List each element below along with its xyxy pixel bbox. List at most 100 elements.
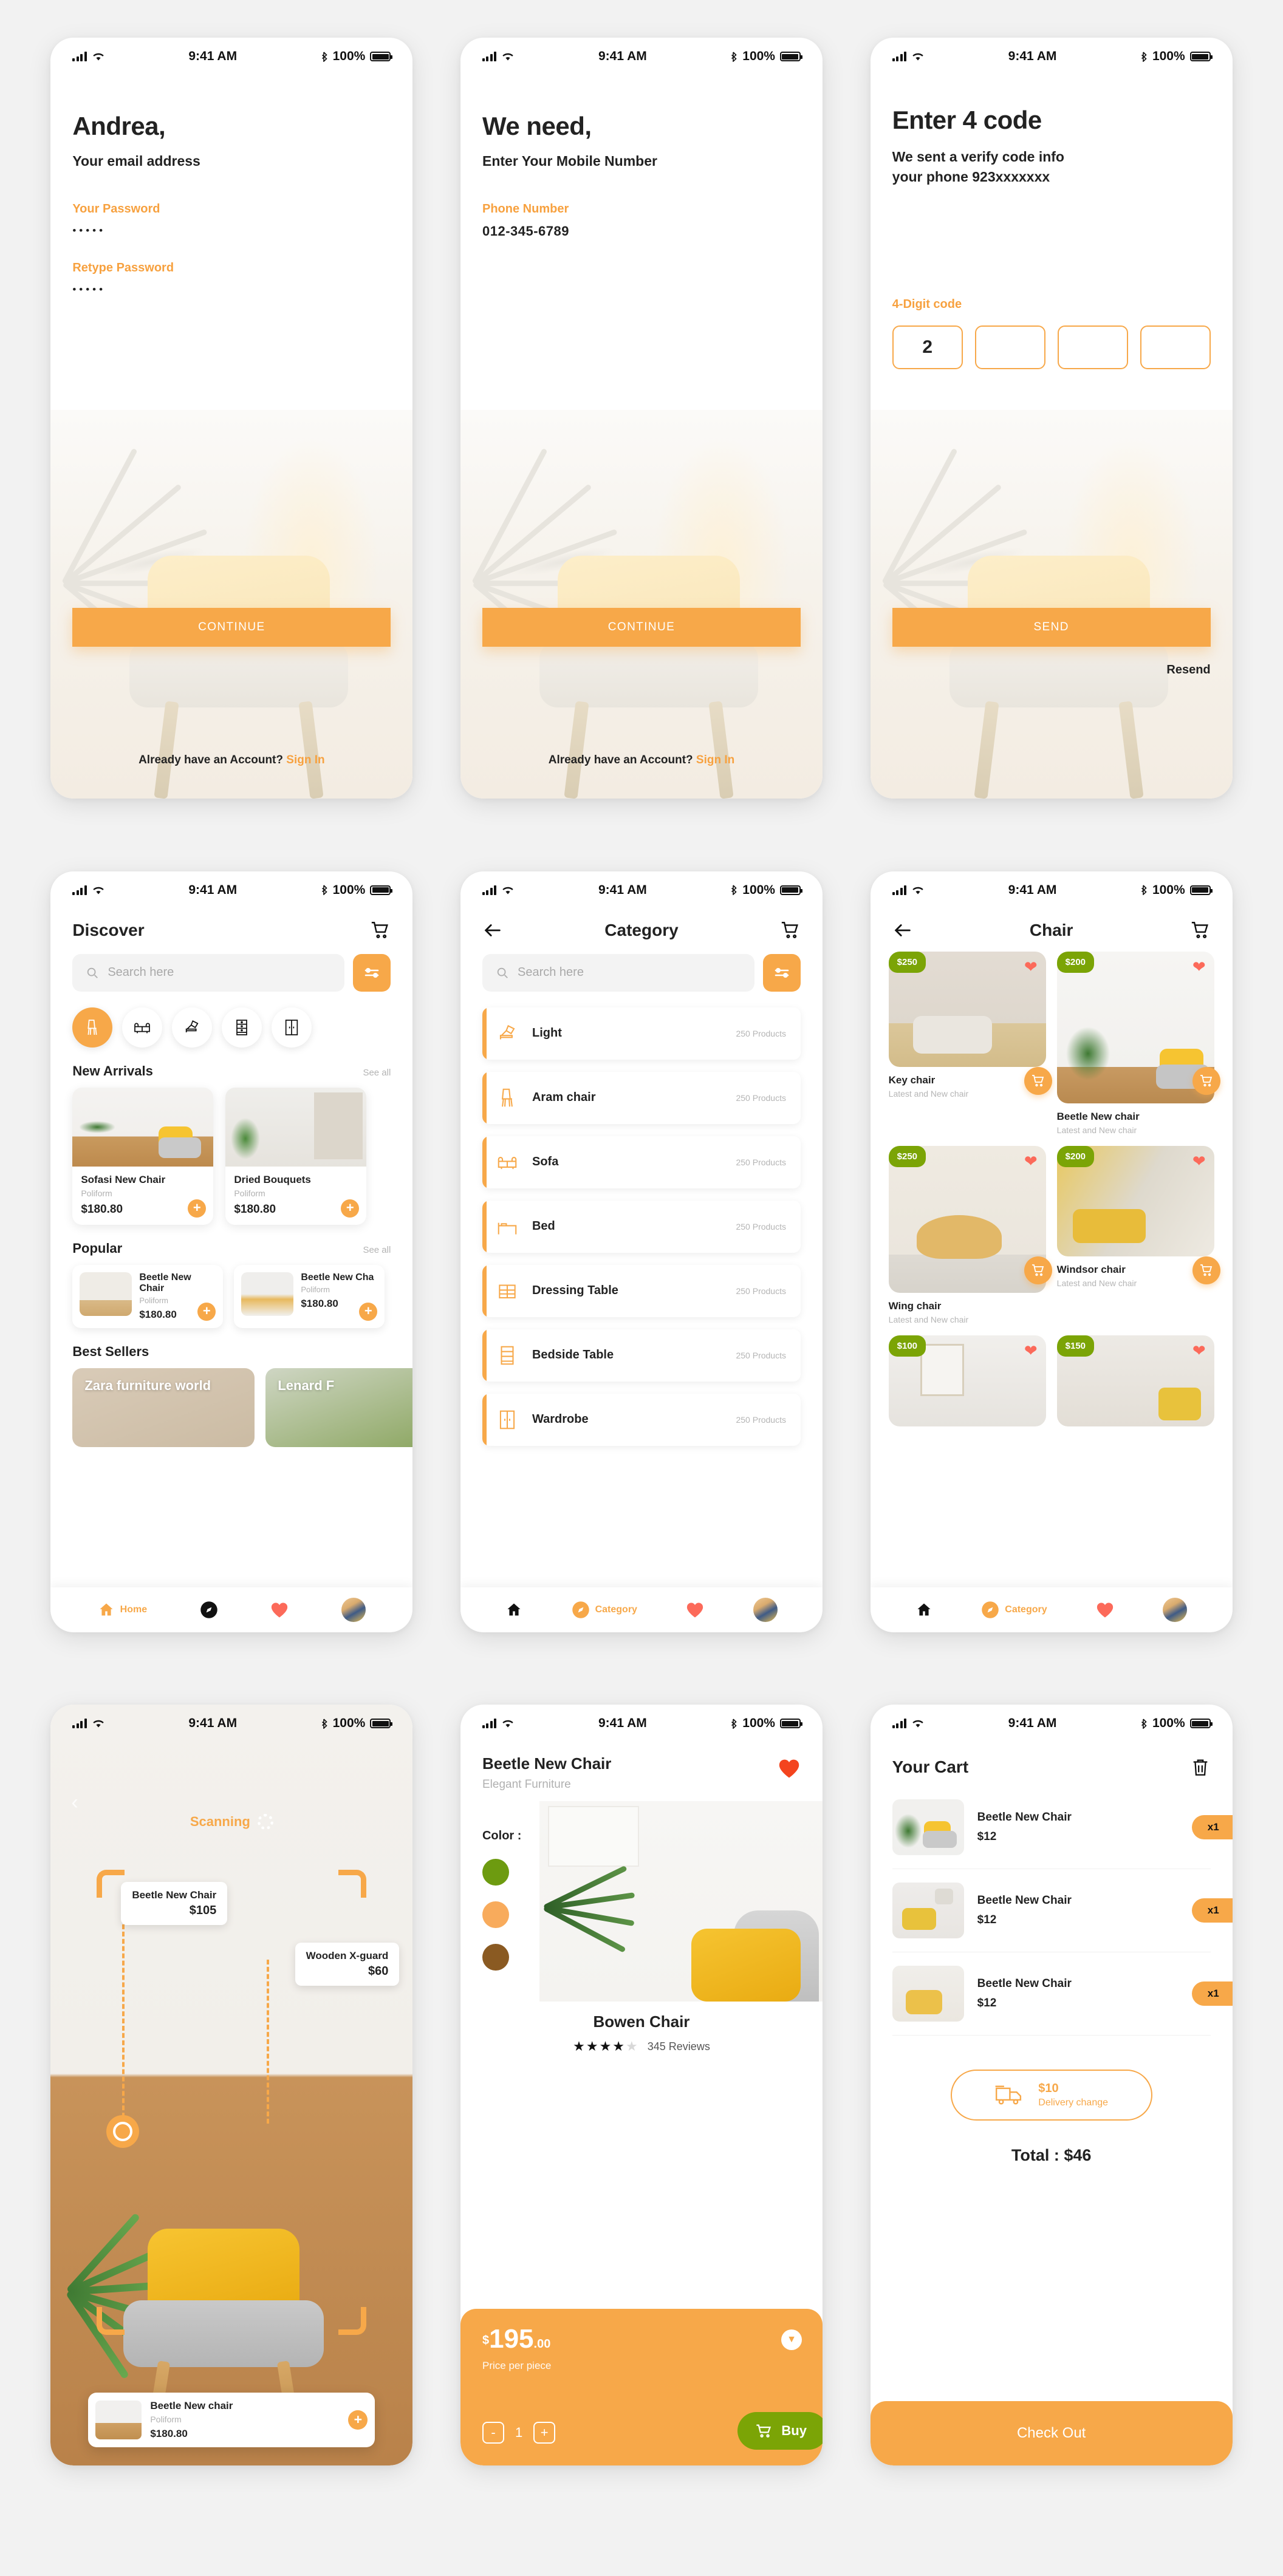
product-card[interactable]: $150 ❤ bbox=[1056, 1335, 1214, 1426]
category-chip-shelf[interactable] bbox=[222, 1007, 262, 1048]
delivery-option[interactable]: $10 Delivery change bbox=[950, 2070, 1152, 2121]
quantity-badge[interactable]: x1 bbox=[1191, 1815, 1233, 1840]
product-card[interactable]: $250 ❤ Wing chair Latest and New chair bbox=[888, 1145, 1052, 1324]
color-swatch-brown[interactable] bbox=[482, 1944, 509, 1971]
category-row[interactable]: Dressing Table 250 Products bbox=[482, 1264, 801, 1317]
ar-tag[interactable]: Beetle New Chair $105 bbox=[121, 1882, 228, 1926]
ar-tag[interactable]: Wooden X-guard $60 bbox=[295, 1943, 400, 1986]
heart-icon[interactable]: ❤ bbox=[1192, 1153, 1206, 1169]
color-swatch-green[interactable] bbox=[482, 1859, 509, 1886]
continue-button[interactable]: CONTINUE bbox=[482, 608, 801, 647]
checkout-button[interactable]: Check Out bbox=[870, 2401, 1233, 2466]
send-button[interactable]: SEND bbox=[892, 608, 1211, 647]
tab-home[interactable] bbox=[505, 1601, 522, 1618]
tab-category[interactable] bbox=[200, 1601, 218, 1619]
password-field[interactable]: ••••• bbox=[72, 225, 391, 237]
phone-number-field[interactable]: 012-345-6789 bbox=[482, 223, 801, 239]
cart-icon[interactable] bbox=[370, 920, 391, 941]
ar-product-card[interactable]: Beetle New chair Poliform $180.80 + bbox=[88, 2393, 375, 2448]
heart-icon[interactable]: ❤ bbox=[1192, 959, 1206, 975]
otp-digit-2[interactable] bbox=[974, 325, 1045, 369]
add-to-cart-button[interactable] bbox=[1192, 1066, 1220, 1095]
see-all-popular[interactable]: See all bbox=[363, 1245, 391, 1255]
tab-profile[interactable] bbox=[1163, 1597, 1188, 1622]
tab-favorites[interactable] bbox=[270, 1601, 289, 1618]
category-row[interactable]: Wardrobe 250 Products bbox=[482, 1393, 801, 1446]
category-row[interactable]: Light 250 Products bbox=[482, 1007, 801, 1060]
tab-profile[interactable] bbox=[341, 1597, 366, 1622]
product-card[interactable]: Beetle New Cha Poliform $180.80 + bbox=[234, 1264, 385, 1328]
product-card[interactable]: $200 ❤ Windsor chair Latest and New chai… bbox=[1056, 1145, 1220, 1324]
otp-digit-4[interactable] bbox=[1140, 325, 1211, 369]
quantity-badge[interactable]: x1 bbox=[1191, 1898, 1233, 1923]
product-card[interactable]: $100 ❤ bbox=[888, 1335, 1046, 1426]
search-input[interactable]: Search here bbox=[482, 953, 754, 992]
signin-link[interactable]: Sign In bbox=[696, 754, 734, 766]
add-to-cart-button[interactable] bbox=[1192, 1256, 1220, 1284]
best-seller-card[interactable]: Zara furniture world bbox=[72, 1368, 255, 1447]
heart-icon[interactable]: ❤ bbox=[1024, 959, 1038, 975]
search-input[interactable]: Search here bbox=[72, 953, 345, 992]
filter-button[interactable] bbox=[353, 953, 391, 992]
heart-icon[interactable]: ❤ bbox=[1192, 1343, 1206, 1358]
category-chip-list[interactable] bbox=[50, 1007, 412, 1048]
color-swatch-orange[interactable] bbox=[482, 1901, 509, 1929]
category-chip-wardrobe[interactable] bbox=[272, 1007, 312, 1048]
add-to-cart-button[interactable] bbox=[1024, 1256, 1052, 1284]
otp-digit-1[interactable]: 2 bbox=[892, 325, 963, 369]
cart-icon[interactable] bbox=[780, 920, 801, 941]
cart-item[interactable]: Beetle New Chair $12 x1 bbox=[892, 1952, 1233, 2036]
cart-item[interactable]: Beetle New Chair $12 x1 bbox=[892, 1786, 1233, 1870]
category-chip-lamp[interactable] bbox=[172, 1007, 213, 1048]
retype-password-field[interactable]: ••••• bbox=[72, 284, 391, 296]
buy-button[interactable]: Buy bbox=[737, 2412, 823, 2450]
heart-icon[interactable]: ❤ bbox=[1024, 1343, 1038, 1358]
quantity-stepper[interactable]: - 1 + bbox=[482, 2422, 556, 2444]
status-time: 9:41 AM bbox=[1008, 49, 1057, 63]
ar-anchor-dot[interactable] bbox=[106, 2115, 140, 2148]
product-card[interactable]: Beetle New Chair Poliform $180.80 + bbox=[72, 1264, 224, 1328]
add-to-cart-button[interactable]: + bbox=[197, 1302, 216, 1321]
heart-icon[interactable] bbox=[778, 1758, 801, 1779]
filter-button[interactable] bbox=[762, 953, 801, 992]
category-chip-sofa[interactable] bbox=[122, 1007, 163, 1048]
cart-item[interactable]: Beetle New Chair $12 x1 bbox=[892, 1869, 1233, 1953]
tab-favorites[interactable] bbox=[686, 1601, 704, 1618]
resend-link[interactable]: Resend bbox=[1166, 663, 1210, 677]
arrow-left-icon[interactable] bbox=[892, 920, 913, 941]
tab-profile[interactable] bbox=[753, 1597, 778, 1622]
add-to-cart-button[interactable]: + bbox=[348, 2410, 368, 2430]
category-chip-chair[interactable] bbox=[72, 1007, 113, 1048]
add-to-cart-button[interactable]: + bbox=[341, 1199, 360, 1218]
add-to-cart-button[interactable] bbox=[1024, 1066, 1052, 1095]
heart-icon[interactable]: ❤ bbox=[1024, 1153, 1038, 1169]
tab-category[interactable]: Category bbox=[981, 1601, 1047, 1619]
cart-icon[interactable] bbox=[1190, 920, 1211, 941]
continue-button[interactable]: CONTINUE bbox=[72, 608, 391, 647]
category-row[interactable]: Sofa 250 Products bbox=[482, 1136, 801, 1188]
add-to-cart-button[interactable]: + bbox=[188, 1199, 207, 1218]
product-card[interactable]: $250 ❤ Key chair Latest and New chair bbox=[888, 951, 1052, 1135]
see-all-new-arrivals[interactable]: See all bbox=[363, 1068, 391, 1078]
category-row[interactable]: Bed 250 Products bbox=[482, 1200, 801, 1253]
arrow-left-icon[interactable] bbox=[482, 920, 503, 941]
category-row[interactable]: Bedside Table 250 Products bbox=[482, 1329, 801, 1382]
add-to-cart-button[interactable]: + bbox=[359, 1302, 378, 1321]
quantity-increase-button[interactable]: + bbox=[533, 2422, 556, 2444]
signin-link[interactable]: Sign In bbox=[286, 754, 324, 766]
tab-favorites[interactable] bbox=[1096, 1601, 1114, 1618]
product-card[interactable]: Dried Bouquets Poliform $180.80 + bbox=[225, 1087, 367, 1225]
product-card[interactable]: Sofasi New Chair Poliform $180.80 + bbox=[72, 1087, 214, 1225]
tab-category[interactable]: Category bbox=[572, 1601, 637, 1619]
tab-home[interactable] bbox=[915, 1601, 932, 1618]
tab-home[interactable]: Home bbox=[98, 1601, 147, 1618]
category-row[interactable]: Aram chair 250 Products bbox=[482, 1071, 801, 1124]
trash-icon[interactable] bbox=[1190, 1757, 1211, 1777]
product-card[interactable]: $200 ❤ Beetle New chair Latest and New c… bbox=[1056, 951, 1220, 1135]
best-seller-card[interactable]: Lenard F bbox=[265, 1368, 413, 1447]
color-selector[interactable]: Color : bbox=[482, 1829, 521, 1971]
otp-digit-3[interactable] bbox=[1057, 325, 1128, 369]
back-button[interactable]: ‹ bbox=[71, 1791, 78, 1814]
quantity-decrease-button[interactable]: - bbox=[482, 2422, 504, 2444]
quantity-badge[interactable]: x1 bbox=[1191, 1981, 1233, 2006]
